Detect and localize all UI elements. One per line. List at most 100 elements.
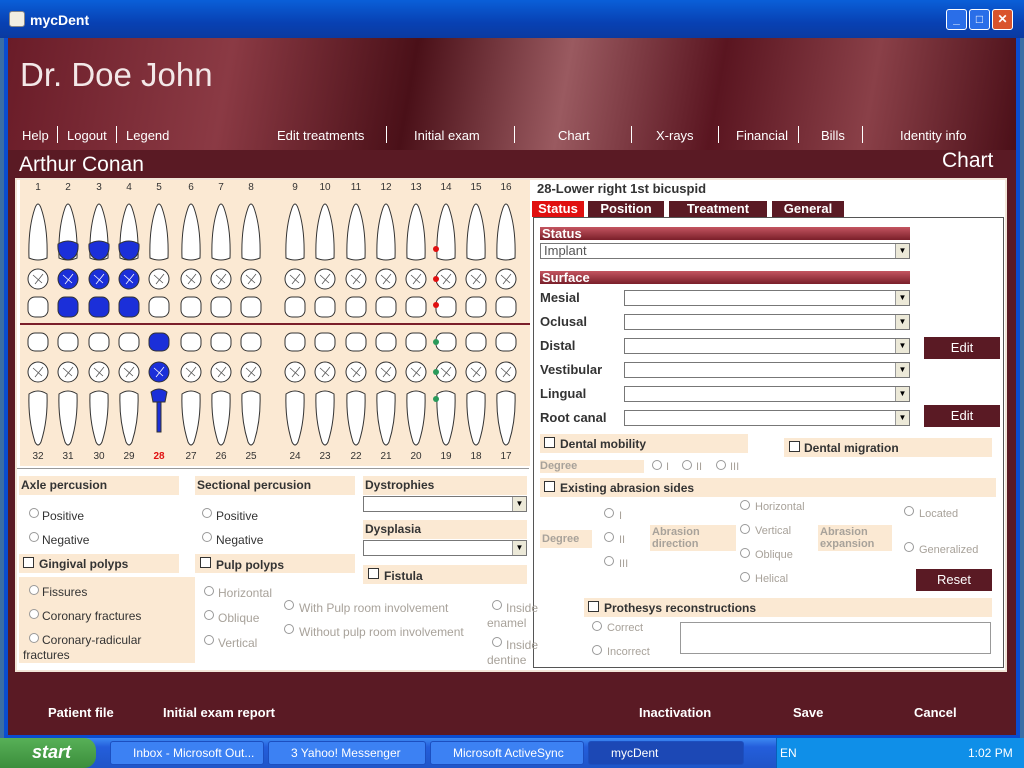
edit-distal-button[interactable]: Edit — [924, 337, 1000, 359]
teeth-diagram[interactable]: 1 2 3 4 5 6 7 8 9 10 11 12 13 14 15 1632 31 30 29 28 27 26 25 2… — [20, 180, 530, 466]
axle-positive-radio[interactable] — [29, 508, 39, 518]
tooth-number-3[interactable]: 3 — [96, 182, 102, 193]
dental-mobility-checkbox[interactable] — [544, 437, 555, 448]
tooth-number-15[interactable]: 15 — [470, 182, 482, 193]
dystrophies-select[interactable]: ▼ — [363, 496, 527, 512]
tab-treatment[interactable]: Treatment — [669, 201, 767, 217]
with-pulp-room-radio[interactable] — [284, 600, 294, 610]
tooth-28-implant-post[interactable] — [156, 401, 162, 433]
tooth-number-7[interactable]: 7 — [218, 182, 224, 193]
tooth-19-side[interactable] — [436, 390, 456, 446]
close-button[interactable]: ✕ — [992, 9, 1013, 30]
tooth-7-side[interactable] — [211, 203, 231, 261]
tooth-number-10[interactable]: 10 — [319, 182, 331, 193]
tooth-16-crown-front[interactable] — [495, 296, 517, 318]
nav-edit-treatments[interactable]: Edit treatments — [277, 128, 364, 143]
direction-radio-helical[interactable] — [740, 572, 750, 582]
tooth-24-crown-front[interactable] — [284, 332, 306, 352]
chevron-down-icon[interactable]: ▼ — [895, 291, 909, 305]
tooth-number-32[interactable]: 32 — [32, 451, 44, 462]
tooth-number-13[interactable]: 13 — [410, 182, 422, 193]
tooth-14-crown-front[interactable] — [435, 296, 457, 318]
tooth-24-side[interactable] — [285, 390, 305, 446]
tooth-16-side[interactable] — [496, 203, 516, 261]
tooth-23-side[interactable] — [315, 390, 335, 446]
edit-root-canal-button[interactable]: Edit — [924, 405, 1000, 427]
tooth-number-6[interactable]: 6 — [188, 182, 194, 193]
tooth-28-implant-crown[interactable] — [150, 388, 168, 403]
green-mark[interactable] — [433, 339, 439, 345]
tooth-number-9[interactable]: 9 — [292, 182, 298, 193]
start-button[interactable]: start — [0, 738, 96, 768]
chevron-down-icon[interactable]: ▼ — [895, 363, 909, 377]
green-mark[interactable] — [433, 369, 439, 375]
tooth-number-28[interactable]: 28 — [153, 451, 165, 462]
tooth-30-crown-front[interactable] — [88, 332, 110, 352]
prosthesis-radio-incorrect[interactable] — [592, 645, 602, 655]
tooth-4-crown-front[interactable] — [118, 296, 140, 318]
mobility-degree-radio-3[interactable] — [716, 460, 726, 470]
tooth-10-side[interactable] — [315, 203, 335, 261]
nav-xrays[interactable]: X-rays — [656, 128, 694, 143]
tooth-number-21[interactable]: 21 — [380, 451, 392, 462]
tooth-17-crown-front[interactable] — [495, 332, 517, 352]
task-yahoo-messenger[interactable]: 3 Yahoo! Messenger — [268, 741, 426, 765]
tooth-number-17[interactable]: 17 — [500, 451, 512, 462]
minimize-button[interactable]: _ — [946, 9, 967, 30]
expansion-radio-located[interactable] — [904, 506, 914, 516]
tooth-31-side[interactable] — [58, 390, 78, 446]
patient-file-button[interactable]: Patient file — [48, 705, 114, 720]
pulp-vertical-radio[interactable] — [204, 635, 214, 645]
tooth-number-4[interactable]: 4 — [126, 182, 132, 193]
nav-identity-info[interactable]: Identity info — [900, 128, 967, 143]
prosthesis-radio-correct[interactable] — [592, 621, 602, 631]
tooth-12-crown-front[interactable] — [375, 296, 397, 318]
chevron-down-icon[interactable]: ▼ — [895, 339, 909, 353]
tooth-32-crown-front[interactable] — [27, 332, 49, 352]
tooth-6-crown-front[interactable] — [180, 296, 202, 318]
nav-legend[interactable]: Legend — [126, 128, 169, 143]
nav-bills[interactable]: Bills — [821, 128, 845, 143]
tooth-3-crown-front[interactable] — [88, 296, 110, 318]
tooth-number-8[interactable]: 8 — [248, 182, 254, 193]
status-select[interactable]: Implant ▼ — [540, 243, 910, 259]
red-mark[interactable] — [433, 302, 439, 308]
vestibular-select[interactable]: ▼ — [624, 362, 910, 378]
abrasion-checkbox[interactable] — [544, 481, 555, 492]
reset-button[interactable]: Reset — [916, 569, 992, 591]
tooth-number-29[interactable]: 29 — [123, 451, 135, 462]
nav-financial[interactable]: Financial — [736, 128, 788, 143]
abrasion-degree-radio-1[interactable] — [604, 508, 614, 518]
tooth-15-crown-front[interactable] — [465, 296, 487, 318]
chevron-down-icon[interactable]: ▼ — [895, 387, 909, 401]
tooth-8-crown-front[interactable] — [240, 296, 262, 318]
pulp-polyps-checkbox[interactable] — [200, 557, 211, 568]
tooth-number-27[interactable]: 27 — [185, 451, 197, 462]
tooth-2-crown-front[interactable] — [57, 296, 79, 318]
direction-radio-oblique[interactable] — [740, 548, 750, 558]
tooth-27-side[interactable] — [181, 390, 201, 446]
fissures-radio[interactable] — [29, 585, 39, 595]
tooth-18-crown-front[interactable] — [465, 332, 487, 352]
tab-general[interactable]: General — [772, 201, 844, 217]
save-button[interactable]: Save — [793, 705, 823, 720]
prosthesis-checkbox[interactable] — [588, 601, 599, 612]
oclusal-select[interactable]: ▼ — [624, 314, 910, 330]
tooth-1-crown-front[interactable] — [27, 296, 49, 318]
tooth-6-side[interactable] — [181, 203, 201, 261]
direction-radio-horizontal[interactable] — [740, 500, 750, 510]
tooth-13-side[interactable] — [406, 203, 426, 261]
chevron-down-icon[interactable]: ▼ — [895, 411, 909, 425]
sectional-positive-radio[interactable] — [202, 508, 212, 518]
tooth-29-crown-front[interactable] — [118, 332, 140, 352]
tooth-number-30[interactable]: 30 — [93, 451, 105, 462]
tooth-11-side[interactable] — [346, 203, 366, 261]
tooth-number-26[interactable]: 26 — [215, 451, 227, 462]
red-mark[interactable] — [433, 246, 439, 252]
chevron-down-icon[interactable]: ▼ — [512, 541, 526, 555]
clock[interactable]: 1:02 PM — [968, 746, 1013, 760]
nav-initial-exam[interactable]: Initial exam — [414, 128, 480, 143]
tooth-number-31[interactable]: 31 — [62, 451, 74, 462]
pulp-oblique-radio[interactable] — [204, 610, 214, 620]
without-pulp-room-radio[interactable] — [284, 624, 294, 634]
